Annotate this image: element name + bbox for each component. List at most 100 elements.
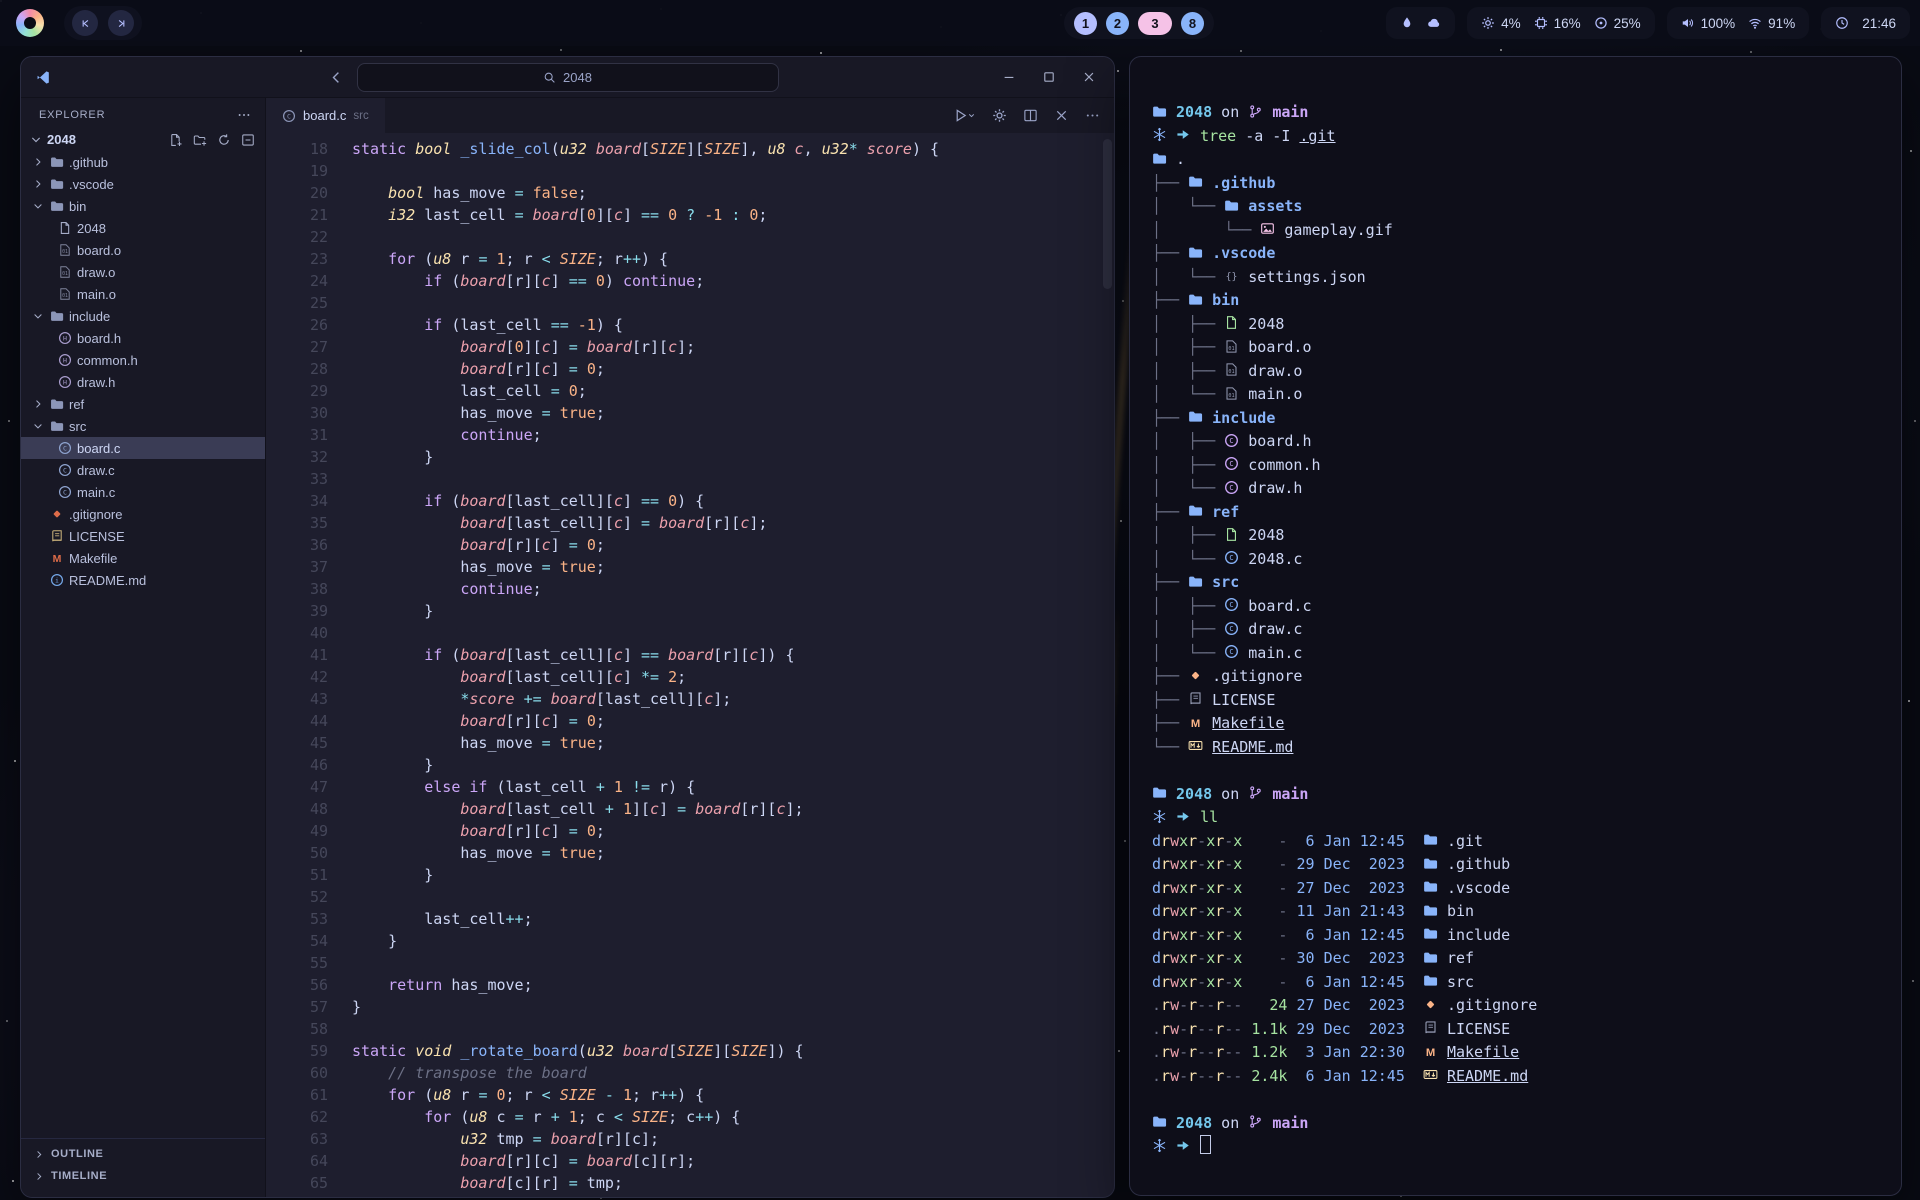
- explorer-item-board.o[interactable]: 01board.o: [21, 239, 265, 261]
- explorer-more-actions-button[interactable]: [237, 108, 251, 122]
- explorer-item-.github[interactable]: .github: [21, 151, 265, 173]
- explorer-item-draw.o[interactable]: 01draw.o: [21, 261, 265, 283]
- disk-stat: 25%: [1594, 16, 1641, 31]
- new-folder-button[interactable]: [193, 133, 207, 147]
- code-editor[interactable]: 18static bool _slide_col(u32 board[SIZE]…: [266, 133, 1114, 1197]
- code-line: 25: [266, 292, 1114, 314]
- explorer-item-.gitignore[interactable]: .gitignore: [21, 503, 265, 525]
- folder-icon: [1224, 198, 1239, 213]
- object-file-icon: 01: [58, 287, 72, 301]
- run-file-button[interactable]: [953, 108, 976, 123]
- play-icon: [953, 108, 968, 123]
- workspace-8[interactable]: 8: [1181, 12, 1204, 35]
- code-line: 23 for (u8 r = 1; r < SIZE; r++) {: [266, 248, 1114, 270]
- explorer-item-main.o[interactable]: 01main.o: [21, 283, 265, 305]
- system-logo-icon[interactable]: [16, 9, 44, 37]
- caret-down-icon: [967, 111, 976, 120]
- close-button[interactable]: [1082, 70, 1096, 84]
- terminal-line: .: [1152, 148, 1877, 172]
- explorer-item-ref[interactable]: ref: [21, 393, 265, 415]
- explorer-item-label: Makefile: [69, 551, 117, 566]
- workspace-3[interactable]: 3: [1138, 12, 1172, 35]
- svg-text:01: 01: [1229, 346, 1235, 352]
- cpu-icon: [1481, 16, 1495, 30]
- c-file-icon: C: [1224, 644, 1239, 659]
- svg-text:H: H: [63, 379, 67, 387]
- terminal-line: 2048 on main: [1152, 783, 1877, 807]
- chevron-right-icon: [33, 1171, 45, 1182]
- line-number: 36: [266, 534, 352, 556]
- code-area: 18static bool _slide_col(u32 board[SIZE]…: [266, 138, 1114, 1194]
- terminal-line: ├── M Makefile: [1152, 712, 1877, 736]
- system-stats[interactable]: 4% 16% 25%: [1467, 7, 1655, 39]
- explorer-item-src[interactable]: src: [21, 415, 265, 437]
- volume-stat: 100%: [1681, 16, 1736, 31]
- workspace-2[interactable]: 2: [1106, 12, 1129, 35]
- maximize-button[interactable]: [1042, 70, 1056, 84]
- line-number: 33: [266, 468, 352, 490]
- explorer-item-label: draw.c: [77, 463, 115, 478]
- media-prev-button[interactable]: [72, 10, 98, 36]
- code-line: 35 board[last_cell][c] = board[r][c];: [266, 512, 1114, 534]
- explorer-item-README.md[interactable]: iREADME.md: [21, 569, 265, 591]
- editor-titlebar[interactable]: 2048: [21, 57, 1114, 98]
- terminal-line: ├── .github: [1152, 172, 1877, 196]
- memory-icon: [1534, 16, 1548, 30]
- explorer-item-include[interactable]: include: [21, 305, 265, 327]
- audio-network-widget[interactable]: 100% 91%: [1667, 7, 1810, 39]
- explorer-item-bin[interactable]: bin: [21, 195, 265, 217]
- refresh-explorer-button[interactable]: [217, 133, 231, 147]
- explorer-item-draw.h[interactable]: Hdraw.h: [21, 371, 265, 393]
- terminal-output: 2048 on main tree -a -I .git .├── .githu…: [1152, 101, 1877, 1159]
- explorer-item-LICENSE[interactable]: LICENSE: [21, 525, 265, 547]
- clock-value: 21:46: [1862, 16, 1896, 31]
- terminal-window[interactable]: 2048 on main tree -a -I .git .├── .githu…: [1129, 56, 1902, 1196]
- nav-back-button[interactable]: [329, 70, 344, 85]
- explorer-item-2048[interactable]: 2048: [21, 217, 265, 239]
- workspace-1[interactable]: 1: [1074, 12, 1097, 35]
- media-next-button[interactable]: [108, 10, 134, 36]
- tab-board.c[interactable]: C board.c src: [266, 98, 385, 133]
- terminal-line: ├── ref: [1152, 501, 1877, 525]
- explorer-project-row[interactable]: 2048: [21, 130, 265, 151]
- sidebar-section-outline[interactable]: OUTLINE: [21, 1143, 265, 1165]
- terminal-line: │ └── 01 main.o: [1152, 383, 1877, 407]
- line-number: 64: [266, 1150, 352, 1172]
- line-number: 56: [266, 974, 352, 996]
- h-file-icon: H: [58, 353, 72, 367]
- object-file-icon: 01: [58, 243, 72, 257]
- close-editor-button[interactable]: [1054, 108, 1069, 123]
- collapse-folders-button[interactable]: [241, 133, 255, 147]
- editor-more-actions-button[interactable]: [1085, 108, 1100, 123]
- folder-icon: [1188, 245, 1203, 260]
- explorer-item-board.c[interactable]: Cboard.c: [21, 437, 265, 459]
- new-file-button[interactable]: [169, 133, 183, 147]
- wifi-icon: [1748, 16, 1762, 30]
- explorer-item-common.h[interactable]: Hcommon.h: [21, 349, 265, 371]
- editor-scrollbar[interactable]: [1103, 139, 1112, 289]
- settings-gear-button[interactable]: [992, 108, 1007, 123]
- code-line: 22: [266, 226, 1114, 248]
- line-number: 40: [266, 622, 352, 644]
- line-number: 48: [266, 798, 352, 820]
- explorer-tree: .github.vscodebin204801board.o01draw.o01…: [21, 151, 265, 591]
- command-center-search[interactable]: 2048: [357, 63, 779, 92]
- explorer-item-main.c[interactable]: Cmain.c: [21, 481, 265, 503]
- explorer-item-.vscode[interactable]: .vscode: [21, 173, 265, 195]
- explorer-item-board.h[interactable]: Hboard.h: [21, 327, 265, 349]
- line-number: 43: [266, 688, 352, 710]
- sidebar-section-timeline[interactable]: TIMELINE: [21, 1165, 265, 1187]
- snowflake-icon: [1152, 127, 1167, 142]
- terminal-line: drwxr-xr-x - 29 Dec 2023 .github: [1152, 853, 1877, 877]
- split-editor-button[interactable]: [1023, 108, 1038, 123]
- line-number: 29: [266, 380, 352, 402]
- explorer-item-draw.c[interactable]: Cdraw.c: [21, 459, 265, 481]
- minimize-button[interactable]: [1002, 70, 1016, 84]
- terminal-line: │ ├── 01 draw.o: [1152, 360, 1877, 384]
- code-line: 57}: [266, 996, 1114, 1018]
- explorer-item-Makefile[interactable]: MMakefile: [21, 547, 265, 569]
- terminal-line: ├── .vscode: [1152, 242, 1877, 266]
- clock-widget[interactable]: 21:46: [1821, 7, 1910, 39]
- line-number: 18: [266, 138, 352, 160]
- weather-widget[interactable]: [1386, 7, 1455, 39]
